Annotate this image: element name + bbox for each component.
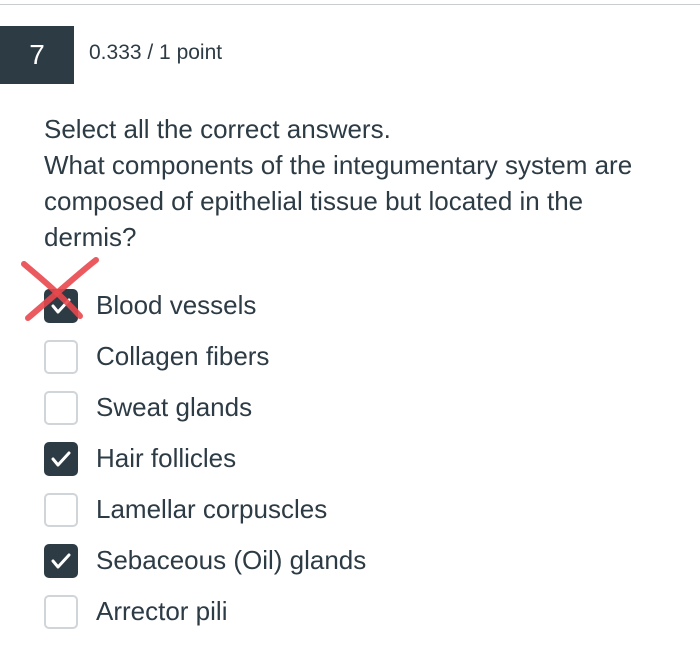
answer-checkbox[interactable] <box>44 594 78 629</box>
answer-checkbox[interactable] <box>44 288 78 323</box>
top-divider <box>0 4 700 5</box>
answer-option-sweat-glands[interactable]: Sweat glands <box>44 382 664 433</box>
answer-option-blood-vessels[interactable]: Blood vessels <box>21 257 664 331</box>
answer-label: Arrector pili <box>96 596 228 626</box>
answer-option-arrector-pili[interactable]: Arrector pili <box>44 586 664 637</box>
question-prompt: What components of the integumentary sys… <box>44 150 633 252</box>
question-instruction: Select all the correct answers. <box>44 114 391 144</box>
checkmark-icon <box>51 553 71 568</box>
checkmark-icon <box>51 451 71 466</box>
answer-label: Sebaceous (Oil) glands <box>96 545 367 575</box>
answer-label: Lamellar corpuscles <box>96 494 328 524</box>
answer-checkbox[interactable] <box>44 339 78 374</box>
answer-checkbox[interactable] <box>44 441 78 476</box>
question-number-badge: 7 <box>0 26 74 84</box>
quiz-question-page: 7 0.333 / 1 point Select all the correct… <box>0 0 700 663</box>
answer-checkbox[interactable] <box>44 492 78 527</box>
answer-label: Blood vessels <box>96 290 257 320</box>
answer-option-hair-follicles[interactable]: Hair follicles <box>44 433 664 484</box>
question-score: 0.333 / 1 point <box>89 41 223 64</box>
checkmark-icon <box>51 298 71 313</box>
answer-checkbox[interactable] <box>44 390 78 425</box>
answer-label: Collagen fibers <box>96 341 270 371</box>
answer-checkbox[interactable] <box>44 543 78 578</box>
answer-label: Sweat glands <box>96 392 253 422</box>
question-text: Select all the correct answers. What com… <box>44 111 664 255</box>
answer-option-sebaceous-glands[interactable]: Sebaceous (Oil) glands <box>44 535 664 586</box>
answer-label: Hair follicles <box>96 443 237 473</box>
answer-option-lamellar-corpuscles[interactable]: Lamellar corpuscles <box>44 484 664 535</box>
answer-list: Blood vessels Collagen fibers Sweat glan… <box>21 257 664 637</box>
answer-option-collagen-fibers[interactable]: Collagen fibers <box>44 331 664 382</box>
